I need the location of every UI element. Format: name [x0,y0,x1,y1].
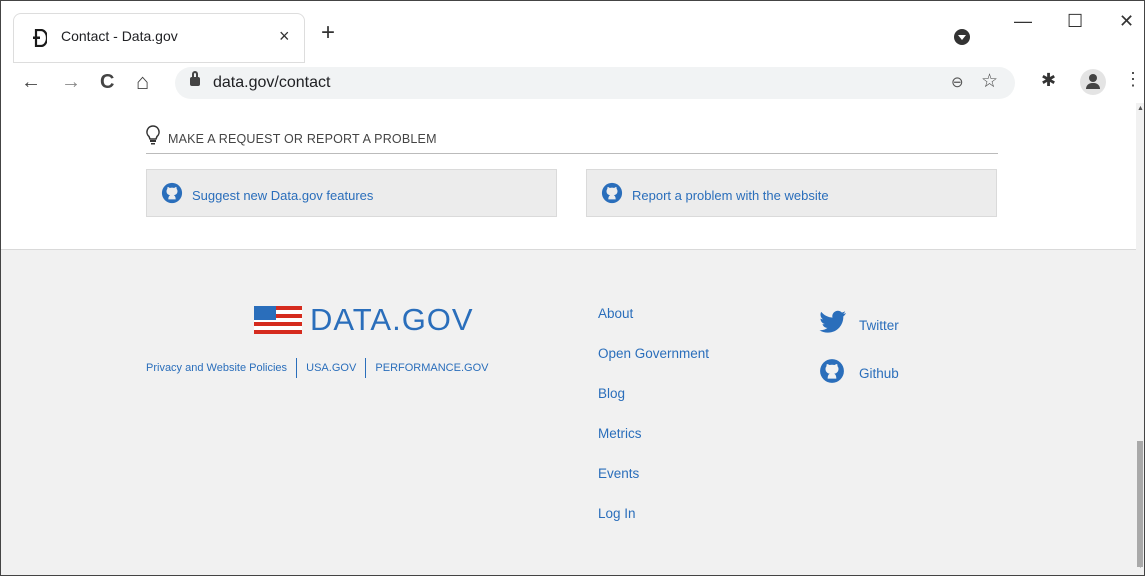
card-label: Suggest new Data.gov features [192,188,374,203]
performance-gov-link[interactable]: PERFORMANCE.GOV [375,362,488,374]
tab-search-icon[interactable] [954,29,970,45]
scroll-down-icon[interactable]: ▼ [1137,563,1144,570]
section-title: MAKE A REQUEST OR REPORT A PROBLEM [168,132,437,146]
github-label: Github [859,366,899,381]
address-bar[interactable]: data.gov/contact ⊖ ☆ [175,67,1015,99]
datagov-logo[interactable]: DATA.GOV [254,302,473,342]
card-label: Report a problem with the website [632,188,829,203]
extensions-icon[interactable]: ✱ [1041,70,1056,91]
footer-link-events[interactable]: Events [598,466,709,506]
footer-link-blog[interactable]: Blog [598,386,709,426]
reload-button[interactable]: C [100,69,114,95]
footer-link-open-government[interactable]: Open Government [598,346,709,386]
footer-link-metrics[interactable]: Metrics [598,426,709,466]
back-button[interactable]: ← [21,69,41,95]
divider [296,358,298,378]
tab-title: Contact - Data.gov [61,28,178,44]
page-content: MAKE A REQUEST OR REPORT A PROBLEM Sugge… [1,103,1136,575]
footer-nav: About Open Government Blog Metrics Event… [598,306,709,546]
scrollbar[interactable]: ▲ ▼ [1136,103,1144,575]
url-text[interactable]: data.gov/contact [213,74,330,92]
logo-text: DATA.GOV [310,302,474,337]
footer: DATA.GOV Privacy and Website Policies US… [1,249,1136,575]
twitter-icon [819,310,846,333]
report-problem-card[interactable]: Report a problem with the website [586,169,997,217]
datagov-favicon-icon [33,29,47,47]
maximize-button[interactable]: ☐ [1067,11,1083,32]
github-icon [601,182,623,204]
browser-toolbar: ← → C ⌂ data.gov/contact ⊖ ☆ ✱ ⋮ [1,63,1144,103]
request-section-header: MAKE A REQUEST OR REPORT A PROBLEM [146,123,998,154]
usa-gov-link[interactable]: USA.GOV [306,362,356,374]
github-icon [820,359,844,383]
footer-link-about[interactable]: About [598,306,709,346]
home-button[interactable]: ⌂ [136,69,149,95]
close-window-button[interactable]: ✕ [1119,11,1134,32]
privacy-policy-link[interactable]: Privacy and Website Policies [146,362,287,374]
forward-button[interactable]: → [61,69,81,95]
scrollbar-thumb[interactable] [1137,441,1143,567]
lightbulb-icon [146,125,160,145]
zoom-icon[interactable]: ⊖ [951,73,964,91]
tab-contact[interactable]: Contact - Data.gov × [13,13,305,63]
us-flag-icon [254,306,302,334]
profile-icon[interactable] [1080,69,1106,95]
scroll-up-icon[interactable]: ▲ [1137,105,1144,112]
tab-close-icon[interactable]: × [279,25,290,47]
suggest-features-card[interactable]: Suggest new Data.gov features [146,169,557,217]
browser-window: Contact - Data.gov × + — ☐ ✕ ← → C ⌂ dat… [0,0,1145,576]
policy-links: Privacy and Website Policies USA.GOV PER… [146,358,488,378]
menu-icon[interactable]: ⋮ [1124,69,1142,90]
minimize-button[interactable]: — [1014,11,1032,32]
twitter-label: Twitter [859,318,899,333]
tab-strip: Contact - Data.gov × + — ☐ ✕ [1,1,1144,64]
github-icon [161,182,183,204]
lock-icon [190,71,200,86]
footer-link-log-in[interactable]: Log In [598,506,709,546]
divider [365,358,367,378]
star-icon[interactable]: ☆ [981,70,998,93]
new-tab-button[interactable]: + [321,21,335,45]
